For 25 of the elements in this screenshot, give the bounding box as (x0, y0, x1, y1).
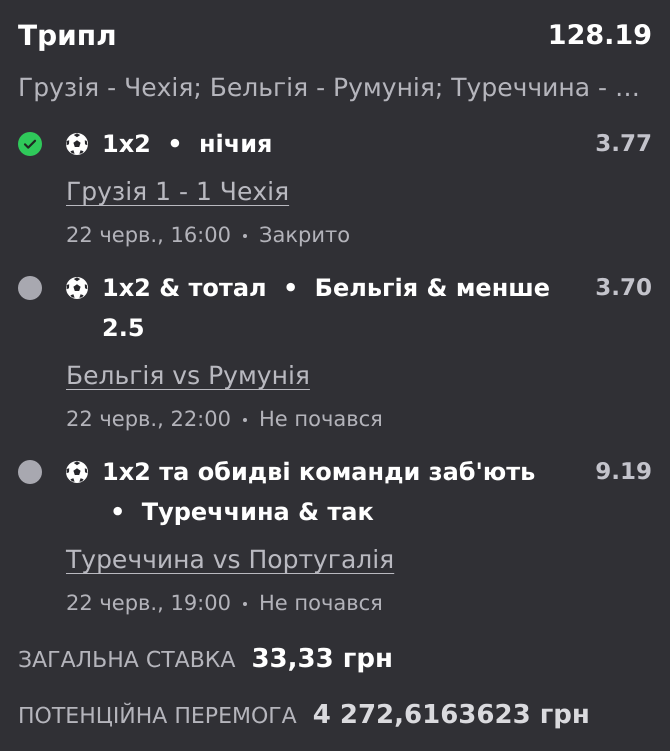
summary-value: 4 272,6163623 грн (312, 699, 590, 732)
soccer-ball-icon (66, 133, 88, 155)
events-summary: Грузія - Чехія; Бельгія - Румунія; Туреччина - … (18, 72, 640, 104)
match-status: Не почався (258, 590, 383, 618)
match-status: Не почався (258, 406, 383, 434)
match-link[interactable]: Туреччина vs Португалія (66, 544, 394, 576)
summary-label: ЗАГАЛЬНА СТАВКА (18, 647, 236, 675)
bet-selection: 1x2 • нічия (102, 130, 272, 158)
summary-label: ПОТЕНЦІЙНА ПЕРЕМОГА (18, 702, 297, 731)
soccer-ball-icon (66, 277, 88, 299)
odds-value: 9.19 (595, 458, 652, 487)
bet-selection: 1x2 & тотал • Бельгія & менше 2.5 (102, 274, 550, 342)
bet-selection: 1x2 та обидві команди заб'ють • Туреччина & так (102, 458, 536, 526)
total-odds: 128.19 (548, 18, 652, 53)
match-link[interactable]: Грузія 1 - 1 Чехія (66, 176, 290, 208)
match-date: 22 черв., 19:00 (66, 590, 231, 618)
summary-value: 33,33 грн (251, 643, 393, 676)
odds-value: 3.77 (595, 130, 652, 159)
bet-type-title: Трипл (18, 18, 117, 54)
match-date: 22 черв., 22:00 (66, 406, 231, 434)
odds-value: 3.70 (595, 274, 652, 303)
match-link[interactable]: Бельгія vs Румунія (66, 360, 310, 392)
soccer-ball-icon (66, 461, 88, 483)
match-date: 22 черв., 16:00 (66, 222, 231, 250)
match-status: Закрито (258, 222, 350, 250)
